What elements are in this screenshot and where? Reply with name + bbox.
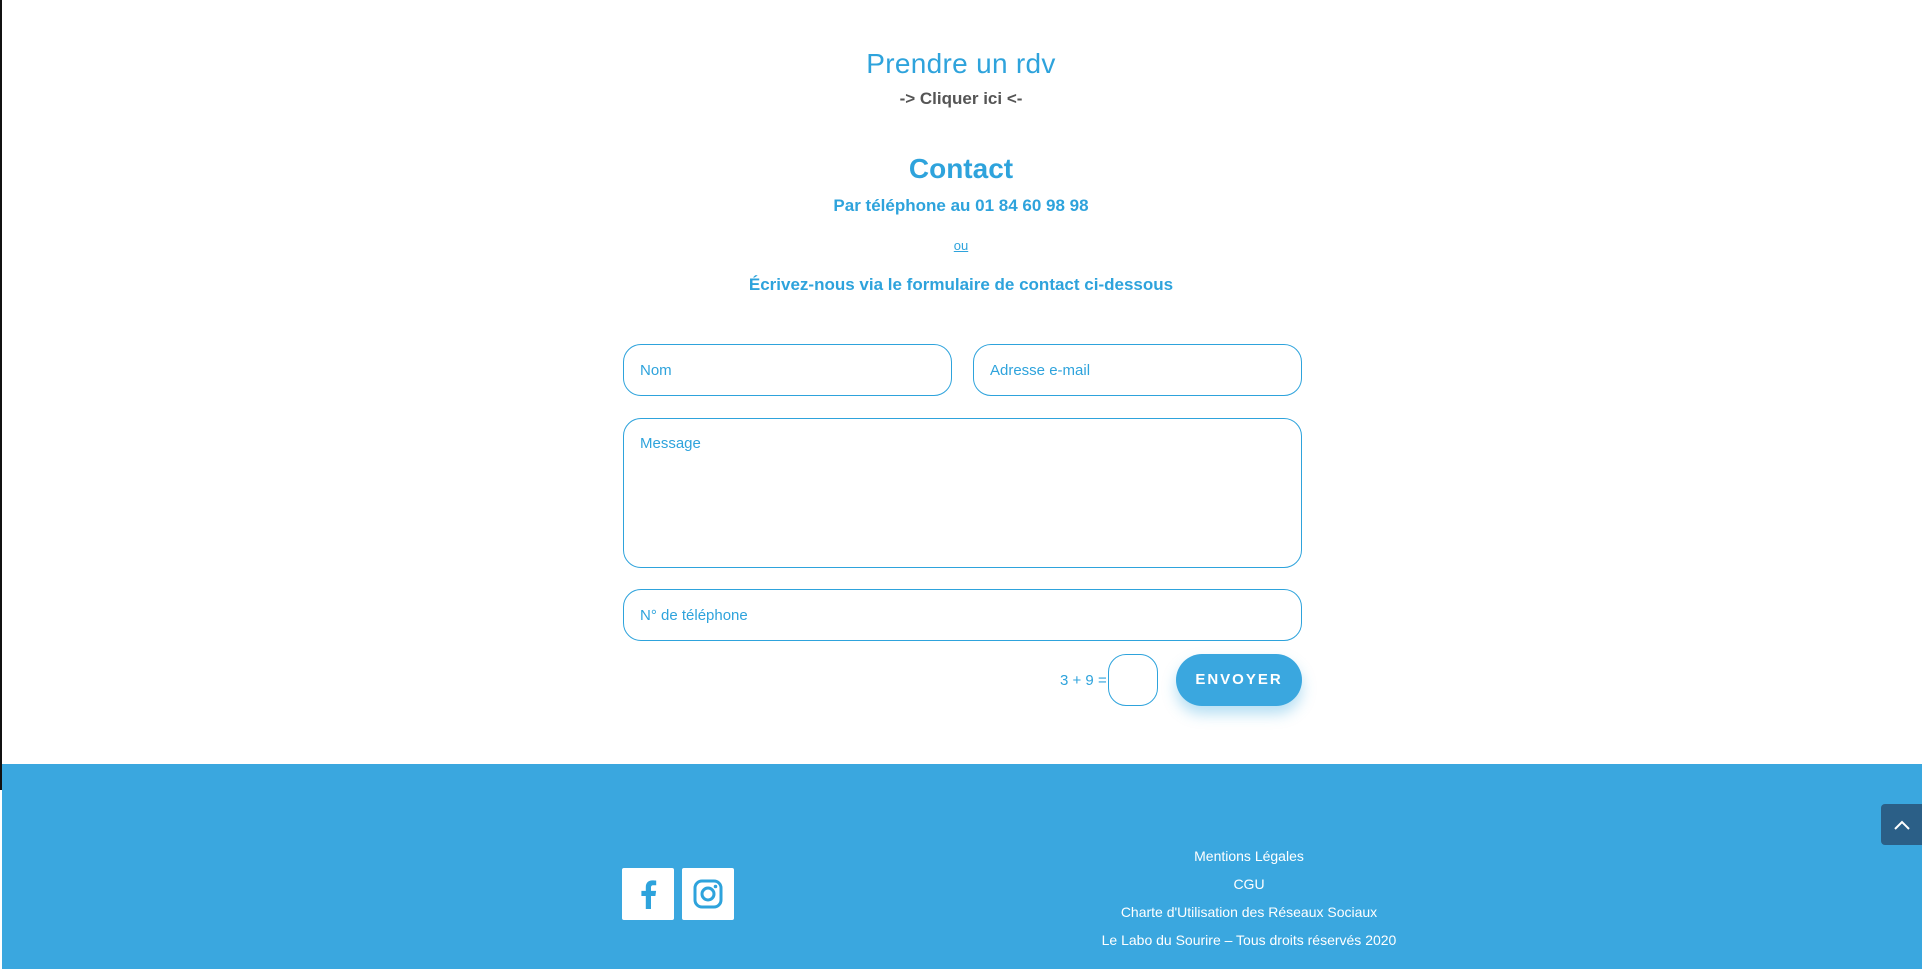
appointment-title: Prendre un rdv bbox=[866, 48, 1056, 79]
email-field[interactable] bbox=[973, 344, 1302, 396]
footer-link-legal[interactable]: Mentions Légales bbox=[1049, 842, 1449, 870]
footer-link-social-charter[interactable]: Charte d'Utilisation des Réseaux Sociaux bbox=[1049, 898, 1449, 926]
facebook-icon bbox=[641, 880, 657, 909]
instagram-icon bbox=[693, 879, 723, 909]
footer: Mentions Légales CGU Charte d'Utilisatio… bbox=[2, 764, 1922, 969]
scroll-to-top-button[interactable] bbox=[1881, 804, 1922, 845]
captcha-input[interactable] bbox=[1108, 654, 1158, 706]
contact-form-intro: Écrivez-nous via le formulaire de contac… bbox=[748, 275, 1174, 294]
send-button[interactable]: ENVOYER bbox=[1176, 654, 1302, 706]
footer-links: Mentions Légales CGU Charte d'Utilisatio… bbox=[1049, 842, 1449, 954]
phone-field[interactable] bbox=[623, 589, 1302, 641]
window-left-edge bbox=[0, 0, 2, 790]
name-field[interactable] bbox=[623, 344, 952, 396]
chevron-up-icon bbox=[1893, 820, 1910, 830]
footer-link-cgu[interactable]: CGU bbox=[1049, 870, 1449, 898]
contact-or-text: ou bbox=[953, 238, 969, 253]
footer-copyright: Le Labo du Sourire – Tous droits réservé… bbox=[1101, 932, 1397, 948]
facebook-link[interactable] bbox=[622, 868, 674, 920]
contact-phone-text: Par téléphone au 01 84 60 98 98 bbox=[833, 196, 1089, 215]
captcha-label: 3 + 9 = bbox=[1060, 672, 1107, 689]
appointment-link[interactable]: -> Cliquer ici <- bbox=[0, 89, 1922, 109]
contact-title: Contact bbox=[908, 153, 1014, 184]
instagram-link[interactable] bbox=[682, 868, 734, 920]
message-field[interactable] bbox=[623, 418, 1302, 568]
